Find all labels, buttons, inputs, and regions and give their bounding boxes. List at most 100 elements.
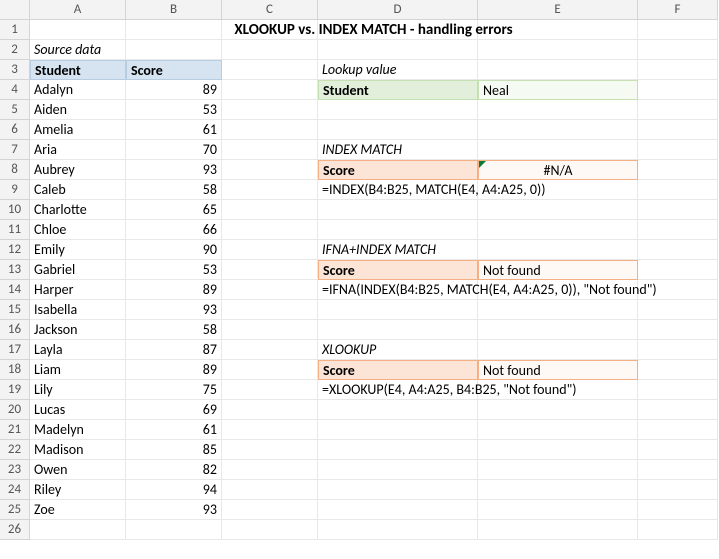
row-header-20[interactable]: 20 (0, 400, 30, 420)
student-score[interactable]: 65 (126, 200, 222, 220)
row-header-7[interactable]: 7 (0, 140, 30, 160)
cell[interactable] (222, 500, 318, 520)
ifna-formula[interactable]: =IFNA(INDEX(B4:B25, MATCH(E4, A4:A25, 0)… (318, 280, 478, 300)
cell[interactable] (638, 420, 718, 440)
cell[interactable] (222, 460, 318, 480)
student-name[interactable]: Aria (30, 140, 126, 160)
cell[interactable] (478, 500, 638, 520)
cell[interactable] (222, 520, 318, 540)
cell[interactable] (638, 340, 718, 360)
cell[interactable] (318, 420, 478, 440)
student-score[interactable]: 82 (126, 460, 222, 480)
cell[interactable] (222, 340, 318, 360)
student-name[interactable]: Madison (30, 440, 126, 460)
row-header-2[interactable]: 2 (0, 40, 30, 60)
xlookup-result[interactable]: Not found (478, 360, 638, 380)
row-header-11[interactable]: 11 (0, 220, 30, 240)
student-score[interactable]: 89 (126, 360, 222, 380)
cell[interactable] (638, 480, 718, 500)
cell[interactable] (638, 260, 718, 280)
student-score[interactable]: 93 (126, 300, 222, 320)
cell[interactable] (478, 420, 638, 440)
cell[interactable] (222, 360, 318, 380)
cell[interactable] (478, 320, 638, 340)
cell[interactable] (638, 100, 718, 120)
cell[interactable] (478, 220, 638, 240)
student-name[interactable]: Aiden (30, 100, 126, 120)
cell[interactable] (638, 180, 718, 200)
student-score[interactable]: 61 (126, 420, 222, 440)
cell[interactable] (222, 100, 318, 120)
student-name[interactable]: Adalyn (30, 80, 126, 100)
cell[interactable] (478, 120, 638, 140)
cell[interactable] (318, 40, 478, 60)
row-header-25[interactable]: 25 (0, 500, 30, 520)
cell[interactable] (222, 40, 318, 60)
row-header-24[interactable]: 24 (0, 480, 30, 500)
cell[interactable] (318, 440, 478, 460)
student-score[interactable]: 69 (126, 400, 222, 420)
select-all-corner[interactable] (0, 0, 30, 20)
row-header-22[interactable]: 22 (0, 440, 30, 460)
cell[interactable] (638, 400, 718, 420)
cell[interactable] (638, 40, 718, 60)
row-header-16[interactable]: 16 (0, 320, 30, 340)
student-score[interactable]: 89 (126, 80, 222, 100)
cell[interactable] (318, 480, 478, 500)
cell[interactable] (478, 400, 638, 420)
student-name[interactable]: Isabella (30, 300, 126, 320)
student-name[interactable]: Amelia (30, 120, 126, 140)
cell[interactable] (638, 240, 718, 260)
cell[interactable] (222, 180, 318, 200)
cell[interactable] (638, 520, 718, 540)
ifna-result[interactable]: Not found (478, 260, 638, 280)
student-name[interactable]: Owen (30, 460, 126, 480)
xlookup-formula[interactable]: =XLOOKUP(E4, A4:A25, B4:B25, "Not found"… (318, 380, 478, 400)
student-name[interactable]: Harper (30, 280, 126, 300)
row-header-5[interactable]: 5 (0, 100, 30, 120)
row-header-26[interactable]: 26 (0, 520, 30, 540)
cell[interactable] (318, 520, 478, 540)
student-score[interactable]: 93 (126, 160, 222, 180)
student-name[interactable]: Chloe (30, 220, 126, 240)
cell[interactable] (638, 460, 718, 480)
col-header-A[interactable]: A (30, 0, 126, 20)
student-score[interactable]: 87 (126, 340, 222, 360)
col-header-C[interactable]: C (222, 0, 318, 20)
cell[interactable] (318, 400, 478, 420)
cell[interactable] (478, 240, 638, 260)
cell[interactable] (478, 60, 638, 80)
student-score[interactable]: 61 (126, 120, 222, 140)
cell[interactable] (318, 300, 478, 320)
cell[interactable] (222, 240, 318, 260)
index-match-result[interactable]: #N/A (478, 160, 638, 180)
cell[interactable] (222, 140, 318, 160)
cell[interactable] (222, 400, 318, 420)
cell[interactable] (478, 520, 638, 540)
row-header-8[interactable]: 8 (0, 160, 30, 180)
cell[interactable] (222, 320, 318, 340)
cell[interactable] (222, 480, 318, 500)
cell[interactable] (30, 520, 126, 540)
cell[interactable] (478, 140, 638, 160)
student-name[interactable]: Charlotte (30, 200, 126, 220)
row-header-4[interactable]: 4 (0, 80, 30, 100)
student-name[interactable]: Jackson (30, 320, 126, 340)
cell[interactable] (222, 200, 318, 220)
student-name[interactable]: Emily (30, 240, 126, 260)
cell[interactable] (638, 300, 718, 320)
cell[interactable] (638, 500, 718, 520)
cell[interactable] (478, 340, 638, 360)
cell[interactable] (638, 440, 718, 460)
student-name[interactable]: Aubrey (30, 160, 126, 180)
lookup-value[interactable]: Neal (478, 80, 638, 100)
student-name[interactable]: Caleb (30, 180, 126, 200)
cell[interactable] (318, 200, 478, 220)
cell[interactable] (222, 160, 318, 180)
cell[interactable] (222, 420, 318, 440)
cell[interactable] (638, 60, 718, 80)
cell[interactable] (478, 200, 638, 220)
student-score[interactable]: 75 (126, 380, 222, 400)
student-name[interactable]: Layla (30, 340, 126, 360)
row-header-23[interactable]: 23 (0, 460, 30, 480)
